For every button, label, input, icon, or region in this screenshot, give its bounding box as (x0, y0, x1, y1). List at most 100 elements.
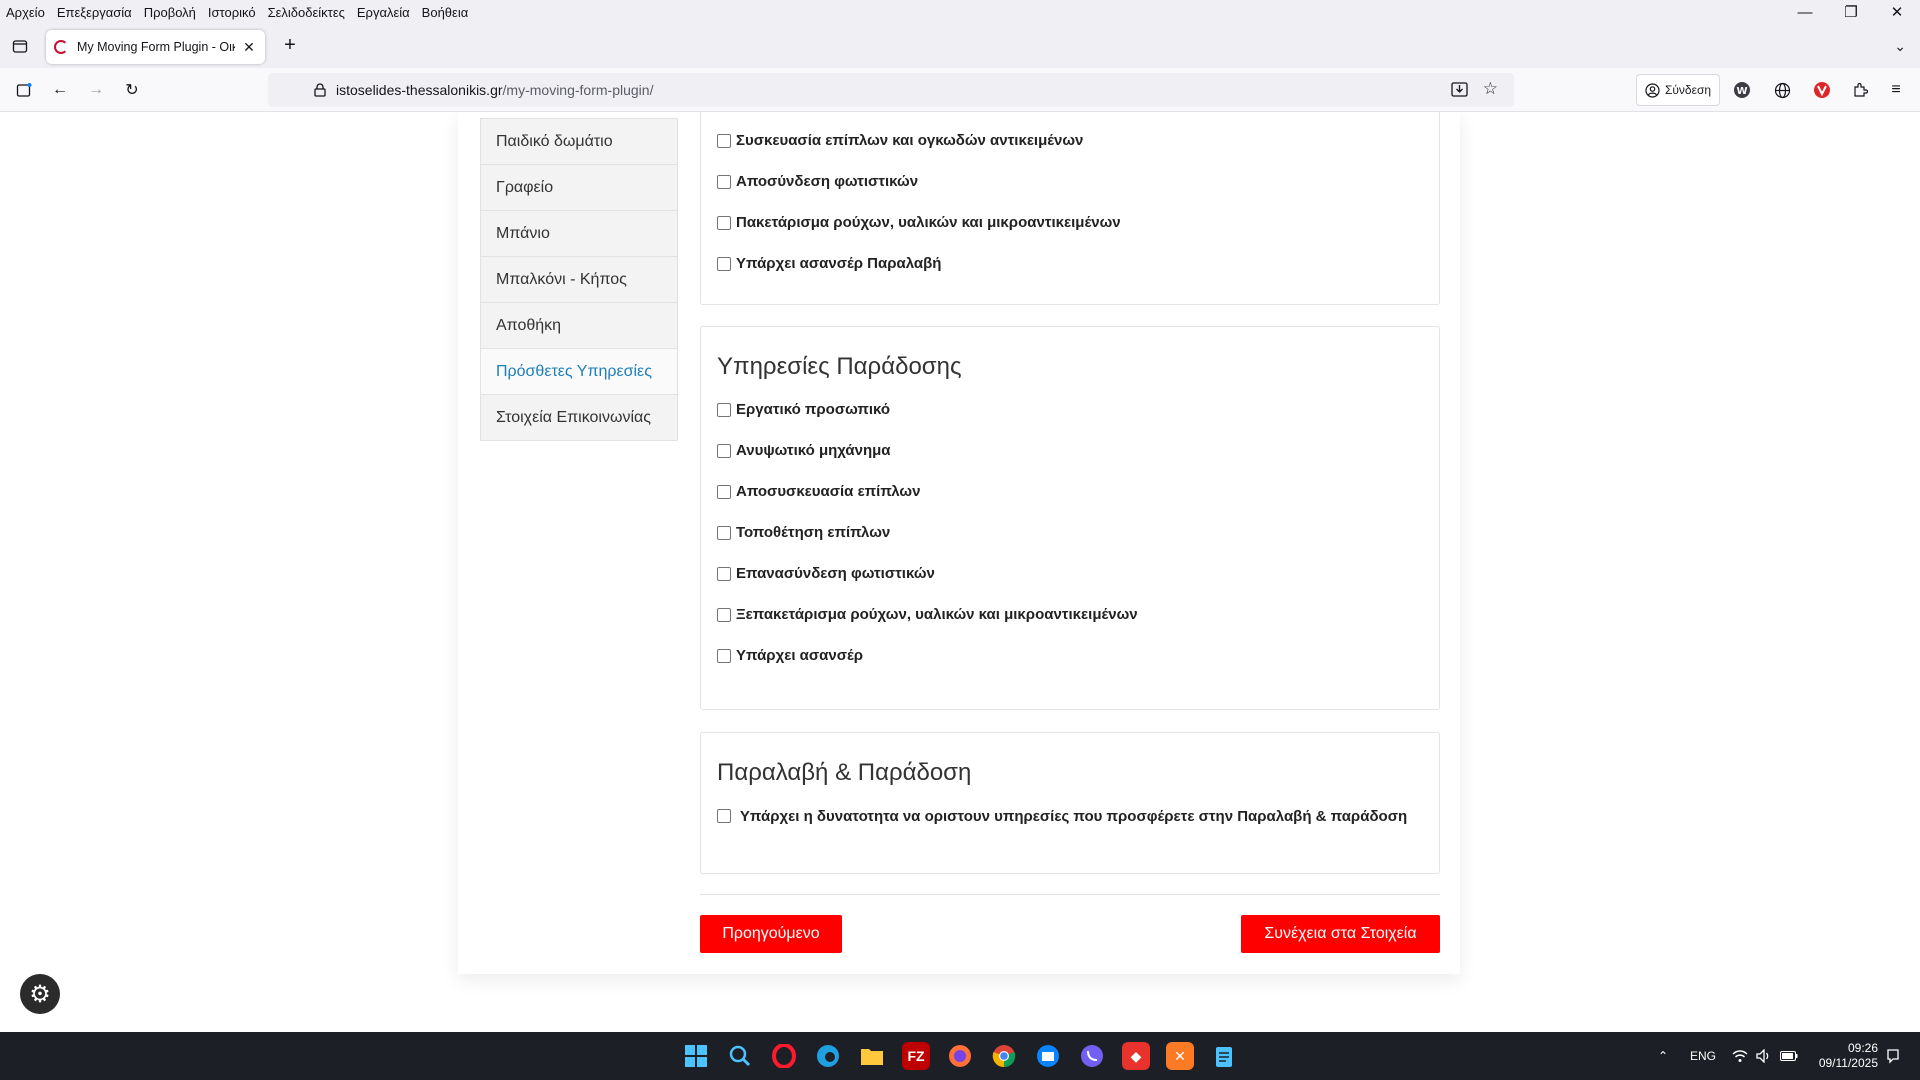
option-delivery-unpacking-furniture[interactable]: Αποσυσκευασία επίπλων (717, 483, 1439, 500)
forward-arrow-icon[interactable]: → (86, 80, 106, 100)
continue-to-details-button[interactable]: Συνέχεια στα Στοιχεία (1241, 915, 1440, 953)
option-delivery-lift-machine[interactable]: Ανυψωτικό μηχάνημα (717, 442, 1439, 459)
back-arrow-icon[interactable]: ← (50, 80, 70, 100)
option-pickup-light-disconnect[interactable]: Αποσύνδεση φωτιστικών (717, 173, 1439, 190)
sidebar-item-contact-details[interactable]: Στοιχεία Επικοινωνίας (481, 395, 677, 441)
wifi-icon[interactable] (1732, 1032, 1748, 1080)
checkbox[interactable] (717, 567, 731, 581)
section-title: Παραλαβή & Παράδοση (717, 759, 972, 786)
menu-help[interactable]: Βοήθεια (416, 5, 475, 20)
checkbox[interactable] (717, 403, 731, 417)
file-explorer-icon[interactable] (858, 1042, 886, 1070)
tab-my-moving-form[interactable]: My Moving Form Plugin - Οικια ✕ (46, 30, 265, 64)
restore-icon[interactable]: ❐ (1828, 0, 1874, 24)
checkbox[interactable] (717, 649, 731, 663)
checkbox[interactable] (717, 175, 731, 189)
menu-view[interactable]: Προβολή (138, 5, 202, 20)
signin-button[interactable]: Σύνδεση (1636, 74, 1720, 106)
option-pickup-clothes-packing[interactable]: Πακετάρισμα ρούχων, υαλικών και μικροαντ… (717, 214, 1439, 231)
option-delivery-furniture-placement[interactable]: Τοποθέτηση επίπλων (717, 524, 1439, 541)
extension-red-icon[interactable] (1812, 80, 1832, 100)
system-clock[interactable]: 09:26 09/11/2025 (1819, 1041, 1878, 1071)
thunderbird-icon[interactable] (1034, 1042, 1062, 1070)
section-title: Υπηρεσίες Παράδοσης (717, 353, 962, 380)
close-icon[interactable]: ✕ (241, 39, 257, 56)
opera-icon[interactable] (770, 1042, 798, 1070)
tab-bar: My Moving Form Plugin - Οικια ✕ + ⌄ (0, 24, 1920, 68)
menu-bookmarks[interactable]: Σελιδοδείκτες (262, 5, 351, 20)
option-delivery-light-reconnect[interactable]: Επανασύνδεση φωτιστικών (717, 565, 1439, 582)
menu-bar: Αρχείο Επεξεργασία Προβολή Ιστορικό Σελι… (0, 0, 1920, 24)
taskbar: FZ ◆ ✕ ⌃ ENG 09:26 09/11/2025 (0, 1032, 1920, 1080)
minimize-icon[interactable]: — (1782, 0, 1828, 24)
option-pickup-furniture-packing[interactable]: Συσκευασία επίπλων και ογκωδών αντικειμέ… (717, 132, 1439, 149)
option-delivery-clothes-unpacking[interactable]: Ξεπακετάρισμα ρούχων, υαλικών και μικροα… (717, 606, 1439, 623)
hamburger-menu-icon[interactable]: ≡ (1886, 80, 1906, 100)
sidebar-item-storage[interactable]: Αποθήκη (481, 303, 677, 349)
lock-icon (314, 83, 326, 97)
volume-icon[interactable] (1756, 1032, 1772, 1080)
windows-start-icon[interactable] (682, 1042, 710, 1070)
sidebar-item-kids-room[interactable]: Παιδικό δωμάτιο (481, 119, 677, 165)
pickup-services-section: Συσκευασία επίπλων και ογκωδών αντικειμέ… (700, 112, 1440, 305)
option-pickup-elevator[interactable]: Υπάρχει ασανσέρ Παραλαβή (717, 255, 1439, 272)
sidebar-toggle-icon[interactable] (14, 80, 34, 100)
edge-icon[interactable] (814, 1042, 842, 1070)
language-indicator[interactable]: ENG (1690, 1032, 1716, 1080)
checkbox[interactable] (717, 134, 731, 148)
reload-icon[interactable]: ↻ (122, 80, 142, 100)
chrome-icon[interactable] (990, 1042, 1018, 1070)
sidebar-item-balcony-garden[interactable]: Μπαλκόνι - Κήπος (481, 257, 677, 303)
globe-icon[interactable] (1772, 80, 1792, 100)
filezilla-icon[interactable]: FZ (902, 1042, 930, 1070)
battery-icon[interactable] (1780, 1032, 1798, 1080)
checkbox[interactable] (717, 809, 731, 823)
tab-list-icon[interactable] (10, 36, 30, 56)
form-steps-sidebar: Παιδικό δωμάτιο Γραφείο Μπάνιο Μπαλκόνι … (480, 118, 678, 441)
checkbox[interactable] (717, 485, 731, 499)
menu-tools[interactable]: Εργαλεία (351, 5, 416, 20)
extensions-puzzle-icon[interactable] (1850, 80, 1870, 100)
pickup-delivery-section: Παραλαβή & Παράδοση Υπάρχει η δυνατοτητα… (700, 732, 1440, 874)
menu-file[interactable]: Αρχείο (0, 5, 51, 20)
option-delivery-elevator[interactable]: Υπάρχει ασανσέρ (717, 647, 1439, 664)
menu-history[interactable]: Ιστορικό (202, 5, 262, 20)
tray-overflow-chevron-icon[interactable]: ⌃ (1658, 1032, 1668, 1080)
sidebar-item-bathroom[interactable]: Μπάνιο (481, 211, 677, 257)
page-viewport: Παιδικό δωμάτιο Γραφείο Μπάνιο Μπαλκόνι … (0, 112, 1920, 1032)
delivery-services-section: Υπηρεσίες Παράδοσης Εργατικό προσωπικό Α… (700, 326, 1440, 710)
option-pickup-delivery-services[interactable]: Υπάρχει η δυνατοτητα να οριστουν υπηρεσί… (717, 807, 1417, 825)
chevron-down-icon[interactable]: ⌄ (1894, 38, 1906, 55)
wordpress-icon[interactable]: W (1732, 80, 1752, 100)
navigation-bar: ← → ↻ istoselides-thessalonikis.gr/my-mo… (0, 68, 1920, 112)
xampp-icon[interactable]: ✕ (1166, 1042, 1194, 1070)
previous-button[interactable]: Προηγούμενο (700, 915, 842, 953)
notepad-icon[interactable] (1210, 1042, 1238, 1070)
checkbox[interactable] (717, 526, 731, 540)
url-path: /my-moving-form-plugin/ (502, 82, 654, 98)
gear-icon[interactable]: ⚙ (20, 974, 60, 1014)
checkbox[interactable] (717, 608, 731, 622)
menu-edit[interactable]: Επεξεργασία (51, 5, 138, 20)
sidebar-item-office[interactable]: Γραφείο (481, 165, 677, 211)
sidebar-item-additional-services[interactable]: Πρόσθετες Υπηρεσίες (481, 349, 677, 395)
notifications-icon[interactable] (1886, 1032, 1900, 1080)
url-host: istoselides-thessalonikis.gr (336, 82, 503, 98)
url-bar[interactable]: istoselides-thessalonikis.gr/my-moving-f… (268, 73, 1514, 107)
option-delivery-workers[interactable]: Εργατικό προσωπικό (717, 401, 1439, 418)
site-favicon-icon (54, 40, 68, 54)
clock-date: 09/11/2025 (1818, 1056, 1878, 1070)
bookmark-star-icon[interactable]: ☆ (1483, 79, 1498, 99)
anydesk-icon[interactable]: ◆ (1122, 1042, 1150, 1070)
signin-label: Σύνδεση (1664, 83, 1712, 97)
close-window-icon[interactable]: ✕ (1874, 0, 1920, 24)
new-tab-plus-icon[interactable]: + (280, 35, 300, 56)
checkbox[interactable] (717, 216, 731, 230)
checkbox[interactable] (717, 444, 731, 458)
search-icon[interactable] (726, 1042, 754, 1070)
checkbox[interactable] (717, 257, 731, 271)
download-page-icon[interactable] (1451, 81, 1468, 98)
svg-text:W: W (1736, 86, 1747, 97)
viber-icon[interactable] (1078, 1042, 1106, 1070)
firefox-icon[interactable] (946, 1042, 974, 1070)
